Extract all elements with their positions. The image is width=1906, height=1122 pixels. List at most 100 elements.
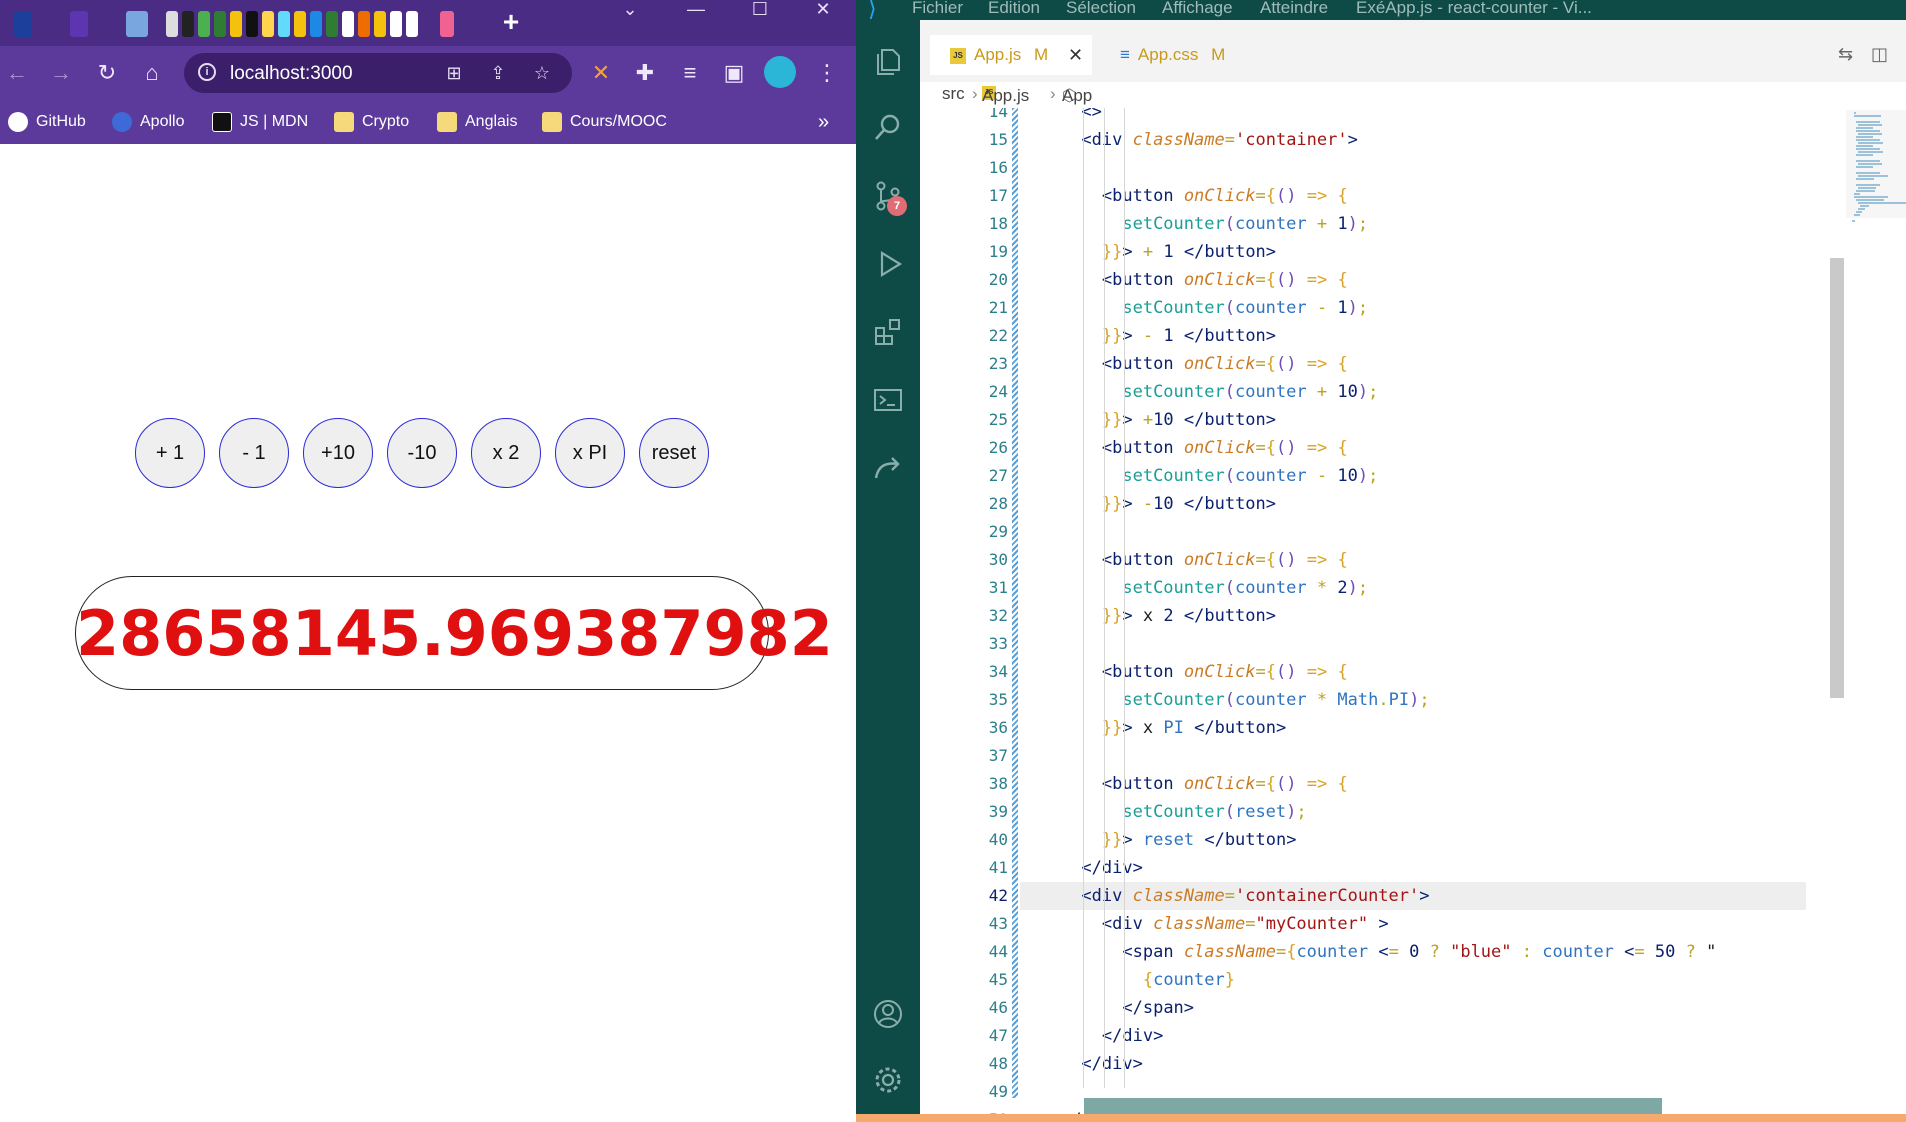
- code-editor[interactable]: 14 15 16 17 18 19 20 21 22 23 24 25 26 27 28 29 30 31 32 33…: [920, 108, 1906, 1114]
- code-line[interactable]: setCounter(counter + 1);: [1020, 210, 1368, 238]
- translate-icon[interactable]: ⊞: [442, 62, 466, 84]
- bookmark-mdn[interactable]: JS | MDN: [212, 109, 308, 135]
- plus-one-button[interactable]: + 1: [135, 418, 205, 488]
- code-line[interactable]: <button onClick={() => {: [1020, 266, 1348, 294]
- tab-icon[interactable]: [342, 11, 354, 37]
- bookmark-folder-anglais[interactable]: Anglais: [437, 109, 517, 135]
- code-line[interactable]: <>: [1020, 108, 1102, 126]
- code-line[interactable]: <div className="myCounter" >: [1020, 910, 1389, 938]
- bookmark-github[interactable]: GitHub: [8, 109, 86, 135]
- address-url[interactable]: localhost:3000: [230, 63, 353, 85]
- code-line[interactable]: }}> reset </button>: [1020, 826, 1297, 854]
- extensions-icon[interactable]: [872, 316, 904, 348]
- back-icon[interactable]: ←: [4, 60, 30, 86]
- bookmark-apollo[interactable]: Apollo: [112, 109, 184, 135]
- code-line[interactable]: }}> +10 </button>: [1020, 406, 1276, 434]
- close-icon[interactable]: ✕: [803, 0, 843, 20]
- bookmark-folder-cours[interactable]: Cours/MOOC: [542, 109, 667, 135]
- times-two-button[interactable]: x 2: [471, 418, 541, 488]
- side-panel-icon[interactable]: ▣: [721, 60, 747, 86]
- bookmark-star-icon[interactable]: ☆: [530, 62, 554, 84]
- remote-icon[interactable]: [872, 452, 904, 484]
- tab-icon[interactable]: [198, 11, 210, 37]
- open-changes-icon[interactable]: ⇆: [1838, 44, 1853, 65]
- menu-selection[interactable]: Sélection: [1066, 0, 1136, 16]
- code-line[interactable]: }}> + 1 </button>: [1020, 238, 1276, 266]
- search-icon[interactable]: [872, 112, 904, 144]
- maximize-icon[interactable]: ☐: [740, 0, 780, 20]
- horizontal-scrollbar[interactable]: [1084, 1098, 1662, 1114]
- close-tab-icon[interactable]: ✕: [1068, 35, 1083, 75]
- breadcrumb-src[interactable]: src: [942, 84, 965, 104]
- code-line[interactable]: {counter}: [1020, 966, 1235, 994]
- code-line[interactable]: }}> x 2 </button>: [1020, 602, 1276, 630]
- tab-icon[interactable]: [406, 11, 418, 37]
- code-line[interactable]: <button onClick={() => {: [1020, 770, 1348, 798]
- tab-app-css[interactable]: ≡ App.css M: [1104, 35, 1284, 75]
- menu-fichier[interactable]: Fichier: [912, 0, 963, 16]
- code-line[interactable]: }}> -10 </button>: [1020, 490, 1276, 518]
- extensions-icon[interactable]: ✚: [632, 60, 658, 86]
- tab-icon[interactable]: [246, 11, 258, 37]
- menu-affichage[interactable]: Affichage: [1162, 0, 1233, 16]
- tab-icon[interactable]: [278, 11, 290, 37]
- terminal-icon[interactable]: [872, 384, 904, 416]
- plus-ten-button[interactable]: +10: [303, 418, 373, 488]
- code-line[interactable]: </span>: [1020, 994, 1194, 1022]
- code-line[interactable]: <button onClick={() => {: [1020, 658, 1348, 686]
- menu-kebab-icon[interactable]: ⋮: [814, 60, 840, 86]
- code-line[interactable]: <button onClick={() => {: [1020, 546, 1348, 574]
- pinned-tab-icon[interactable]: [14, 11, 32, 37]
- tab-icon[interactable]: [358, 11, 370, 37]
- code-line[interactable]: <button onClick={() => {: [1020, 350, 1348, 378]
- share-icon[interactable]: ⇪: [486, 62, 510, 84]
- pinned-tab-icon[interactable]: [126, 11, 148, 37]
- tab-icon[interactable]: [374, 11, 386, 37]
- minus-ten-button[interactable]: -10: [387, 418, 457, 488]
- run-debug-icon[interactable]: [872, 248, 904, 280]
- code-line[interactable]: <button onClick={() => {: [1020, 182, 1348, 210]
- code-line[interactable]: setCounter(counter * Math.PI);: [1020, 686, 1429, 714]
- home-icon[interactable]: ⌂: [139, 60, 165, 86]
- site-info-icon[interactable]: i: [198, 63, 216, 81]
- code-line[interactable]: setCounter(reset);: [1020, 798, 1306, 826]
- profile-avatar[interactable]: [764, 56, 796, 88]
- menu-edition[interactable]: Edition: [988, 0, 1040, 16]
- tab-icon[interactable]: [310, 11, 322, 37]
- extension-tools-icon[interactable]: ✕: [588, 60, 614, 86]
- media-controls-icon[interactable]: ≡: [677, 60, 703, 86]
- code-line[interactable]: setCounter(counter - 10);: [1020, 462, 1378, 490]
- tab-search-icon[interactable]: ⌄: [610, 0, 650, 20]
- forward-icon[interactable]: →: [48, 60, 74, 86]
- code-line[interactable]: <div className='container'>: [1020, 126, 1357, 154]
- code-line[interactable]: </div>: [1020, 1022, 1163, 1050]
- code-line[interactable]: }}> x PI </button>: [1020, 714, 1286, 742]
- code-line[interactable]: setCounter(counter + 10);: [1020, 378, 1378, 406]
- tab-icon[interactable]: [166, 11, 178, 37]
- more-bookmarks-button[interactable]: »: [818, 109, 829, 135]
- minimize-icon[interactable]: —: [676, 0, 716, 20]
- menu-atteindre[interactable]: Atteindre: [1260, 0, 1328, 16]
- tab-app-js[interactable]: JS App.js M ✕: [930, 35, 1092, 75]
- tab-icon[interactable]: [214, 11, 226, 37]
- times-pi-button[interactable]: x PI: [555, 418, 625, 488]
- explorer-icon[interactable]: [872, 46, 904, 78]
- new-tab-button[interactable]: +: [496, 6, 526, 38]
- address-bar[interactable]: i localhost:3000 ⊞ ⇪ ☆: [184, 53, 572, 93]
- code-line[interactable]: <button onClick={() => {: [1020, 434, 1348, 462]
- pinned-tab-icon[interactable]: [70, 11, 88, 37]
- reload-icon[interactable]: ↻: [94, 60, 120, 86]
- tab-icon[interactable]: [230, 11, 242, 37]
- code-line[interactable]: }}> - 1 </button>: [1020, 322, 1276, 350]
- code-line[interactable]: <div className='containerCounter'>: [1020, 882, 1429, 910]
- tab-icon[interactable]: [262, 11, 274, 37]
- code-line[interactable]: setCounter(counter - 1);: [1020, 294, 1368, 322]
- active-tab-icon[interactable]: [440, 11, 454, 37]
- bookmark-folder-crypto[interactable]: Crypto: [334, 109, 409, 135]
- tab-icon[interactable]: [294, 11, 306, 37]
- minus-one-button[interactable]: - 1: [219, 418, 289, 488]
- tab-icon[interactable]: [390, 11, 402, 37]
- minimap[interactable]: [1844, 108, 1906, 1114]
- split-editor-icon[interactable]: ◫: [1871, 44, 1888, 65]
- reset-button[interactable]: reset: [639, 418, 709, 488]
